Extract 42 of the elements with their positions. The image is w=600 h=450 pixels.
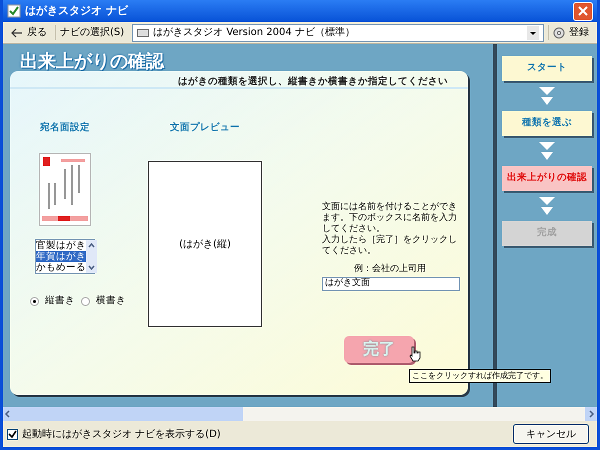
cancel-button[interactable]: キャンセル	[513, 424, 589, 444]
radio-label: 横書き	[96, 294, 126, 308]
navi-select-button[interactable]: ナビの選択(S)	[55, 25, 128, 40]
register-button[interactable]: 登録	[548, 25, 593, 40]
example-label: 例：会社の上司用	[353, 263, 427, 276]
chevron-down-icon	[537, 195, 557, 217]
tooltip: ここをクリックすれば作成完了です。	[409, 369, 551, 383]
step-item: 種類を選ぶ	[502, 111, 592, 136]
app-icon	[7, 4, 21, 18]
radio-label: 縦書き	[45, 294, 75, 308]
disc-icon	[553, 26, 565, 38]
close-button[interactable]	[573, 2, 593, 20]
postcard-type-list[interactable]: 官製はがき 年賀はがき かもめーる	[35, 239, 95, 274]
step-item: スタート	[502, 56, 592, 81]
close-icon	[578, 6, 588, 16]
section-heading: 宛名面設定	[40, 121, 90, 135]
page-title: 出来上がりの確認	[19, 50, 166, 74]
radio-button[interactable]	[81, 296, 90, 306]
horizontal-scrollbar[interactable]	[3, 407, 243, 421]
list-item[interactable]: かもめーる	[36, 262, 86, 274]
description-text: 入力したら［完了］をクリックしてください。	[322, 235, 458, 257]
back-button[interactable]: 戻る	[7, 25, 51, 40]
checkbox[interactable]	[7, 428, 18, 440]
name-input[interactable]: はがき文面	[322, 276, 460, 290]
scroll-right-icon[interactable]	[585, 407, 597, 421]
instruction-text: はがきの種類を選択し、縦書きか横書きか指定してください	[10, 71, 468, 89]
checkbox-label: 起動時にはがきスタジオ ナビを表示する(D)	[22, 428, 222, 442]
preview-label: (はがき(縦)	[179, 238, 231, 252]
description-text: 文面には名前を付けることができます。下のボックスに名前を入力してください。	[322, 202, 458, 234]
radio-button[interactable]	[30, 296, 39, 306]
list-item[interactable]: 官製はがき	[36, 240, 86, 252]
chevron-down-icon	[537, 85, 557, 107]
window-title: はがきスタジオ ナビ	[25, 2, 130, 19]
hand-cursor-icon	[409, 346, 421, 362]
step-item: 出来上がりの確認	[502, 166, 592, 191]
chevron-down-icon	[537, 140, 557, 162]
back-arrow-icon	[11, 28, 23, 38]
section-heading: 文面プレビュー	[170, 121, 240, 135]
drive-icon	[137, 28, 150, 36]
navi-combo[interactable]: はがきスタジオ Version 2004 ナビ（標準）	[132, 24, 544, 42]
combo-value: はがきスタジオ Version 2004 ナビ（標準）	[153, 26, 356, 40]
list-item[interactable]: 年賀はがき	[36, 251, 86, 262]
